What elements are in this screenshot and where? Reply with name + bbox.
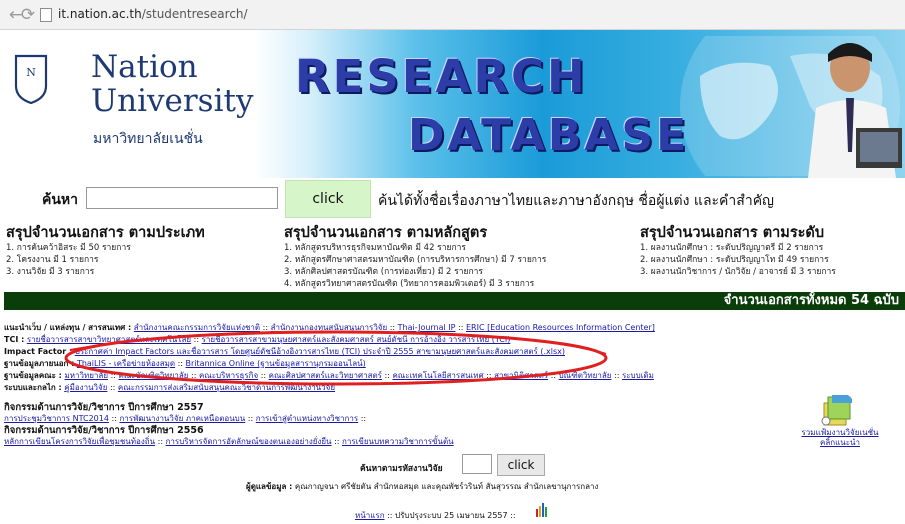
summary-by-program: สรุปจำนวนเอกสาร ตามหลักสูตร 1. หลักสูตรบ… [284,224,546,290]
summary-item: 2. ผลงานนักศึกษา : ระดับปริญญาโท มี 49 ร… [640,255,829,265]
row-label: TCI : [4,335,25,344]
link-old-system[interactable]: ระบบเดิม [622,371,654,380]
row-label: ระบบและกลไก : [4,383,62,392]
summary-by-level: สรุปจำนวนเอกสาร ตามระดับ 1. ผลงานนักศึกษ… [640,224,836,278]
red-highlight-ellipse [64,330,608,386]
page-icon [40,8,52,22]
research-folder-label: รวมแฟ้มงานวิจัยเนชั่น [801,428,879,437]
summary-item: 2. โครงงาน มี 1 รายการ [6,255,99,265]
svg-text:N: N [26,66,36,79]
banner-title-research: RESEARCH [295,50,588,103]
link-academic-writing[interactable]: การเขียนบทความวิชาการขั้นต้น [342,437,454,446]
summary-item: 3. งานวิจัย มี 3 รายการ [6,267,95,277]
maintainer-info: ผู้ดูแลข้อมูล : คุณกาญจนา ศรีชัยตัน สำนั… [246,480,598,493]
maintainer-label: ผู้ดูแลข้อมูล : [246,482,293,491]
student-photo-icon [808,43,902,178]
total-documents-bar: จำนวนเอกสารทั้งหมด 54 ฉบับ [4,292,905,310]
search-section: ค้นหา click ค้นได้ทั้งชื่อเรื่องภาษาไทยแ… [0,178,905,220]
banner-title-database: DATABASE [408,110,690,161]
link-academic-position[interactable]: การเข้าสู่ตำแหน่งทางวิชาการ [256,414,358,423]
summary-item: 1. การค้นคว้าอิสระ มี 50 รายการ [6,243,131,253]
summary-item: 1. หลักสูตรบริหารธุรกิจมหาบัณฑิต มี 42 ร… [284,243,466,253]
url-path: /studentresearch/ [141,7,248,21]
code-search-label: ค้นหาตามรหัสงานวิจัย [360,464,443,474]
link-community-research[interactable]: หลักการเขียนโครงการวิจัยเพื่อชุมชนท้องถิ… [4,437,155,446]
url-host: it.nation.ac.th [58,7,142,21]
summary-item: 2. หลักสูตรศึกษาศาสตรมหาบัณฑิต (การบริหา… [284,255,547,265]
summary-heading: สรุปจำนวนเอกสาร ตามระดับ [640,225,825,241]
search-input[interactable] [86,187,278,209]
update-date: :: ปรับปรุงระบบ 25 เมษายน 2557 :: [387,511,516,520]
nation-shield-icon: N [14,54,48,104]
link-research-north[interactable]: การพัฒนางานวิจัย ภาคเหนือตอนบน [119,414,245,423]
research-folder-sublabel: คลิ้กแนะนำ [820,438,860,447]
address-bar[interactable]: it.nation.ac.th/studentresearch/ [58,7,248,21]
link-identity-management[interactable]: การบริหารจัดการอัตลักษณ์ของตนเองอย่างยั่… [166,437,332,446]
home-link[interactable]: หน้าแรก [355,511,385,520]
code-search-input[interactable] [462,454,492,474]
row-label: ฐานข้อมูลคณะ : [4,371,62,380]
maintainer-text: คุณกาญจนา ศรีชัยตัน สำนักหอสมุด และคุณพั… [294,482,599,491]
logo-text-university: University [91,83,254,119]
search-button[interactable]: click [285,180,371,218]
code-search-button[interactable]: click [497,454,545,476]
activities-2556-links: หลักการเขียนโครงการวิจัยเพื่อชุมชนท้องถิ… [4,437,454,446]
footer: หน้าแรก :: ปรับปรุงระบบ 25 เมษายน 2557 :… [355,509,516,522]
research-folder-icon[interactable] [818,393,854,427]
logo-text-nation: Nation [91,49,198,85]
browser-toolbar: ← ⟳ it.nation.ac.th/studentresearch/ [0,0,905,30]
reload-icon[interactable]: ⟳ [18,5,38,25]
logo-text-thai: มหาวิทยาลัยเนชั่น [93,131,203,147]
summary-item: 3. ผลงานนักวิชาการ / นักวิจัย / อาจารย์ … [640,267,836,277]
total-documents-text: จำนวนเอกสารทั้งหมด 54 ฉบับ [723,293,899,308]
summary-item: 4. หลักสูตรวิทยาศาสตรบัณฑิต (วิทยาการคอม… [284,279,535,289]
summary-heading: สรุปจำนวนเอกสาร ตามหลักสูตร [284,225,488,241]
summary-heading: สรุปจำนวนเอกสาร ตามประเภท [6,225,205,241]
stats-counter-icon[interactable] [535,501,549,517]
summary-item: 3. หลักศิลปศาสตรบัณฑิต (การท่องเที่ยว) ม… [284,267,483,277]
search-hint: ค้นได้ทั้งชื่อเรื่องภาษาไทยและภาษาอังกฤษ… [378,193,774,209]
link-ntc2014[interactable]: การประชุมวิชาการ NTC2014 [4,414,109,423]
header-banner: N Nation University มหาวิทยาลัยเนชั่น RE… [0,30,905,178]
search-label: ค้นหา [42,192,79,208]
summary-item: 1. ผลงานนักศึกษา : ระดับปริญญาตรี มี 2 ร… [640,243,824,253]
research-folder-link[interactable]: รวมแฟ้มงานวิจัยเนชั่น คลิ้กแนะนำ [790,428,890,448]
summary-by-type: สรุปจำนวนเอกสาร ตามประเภท 1. การค้นคว้าอ… [6,224,205,278]
